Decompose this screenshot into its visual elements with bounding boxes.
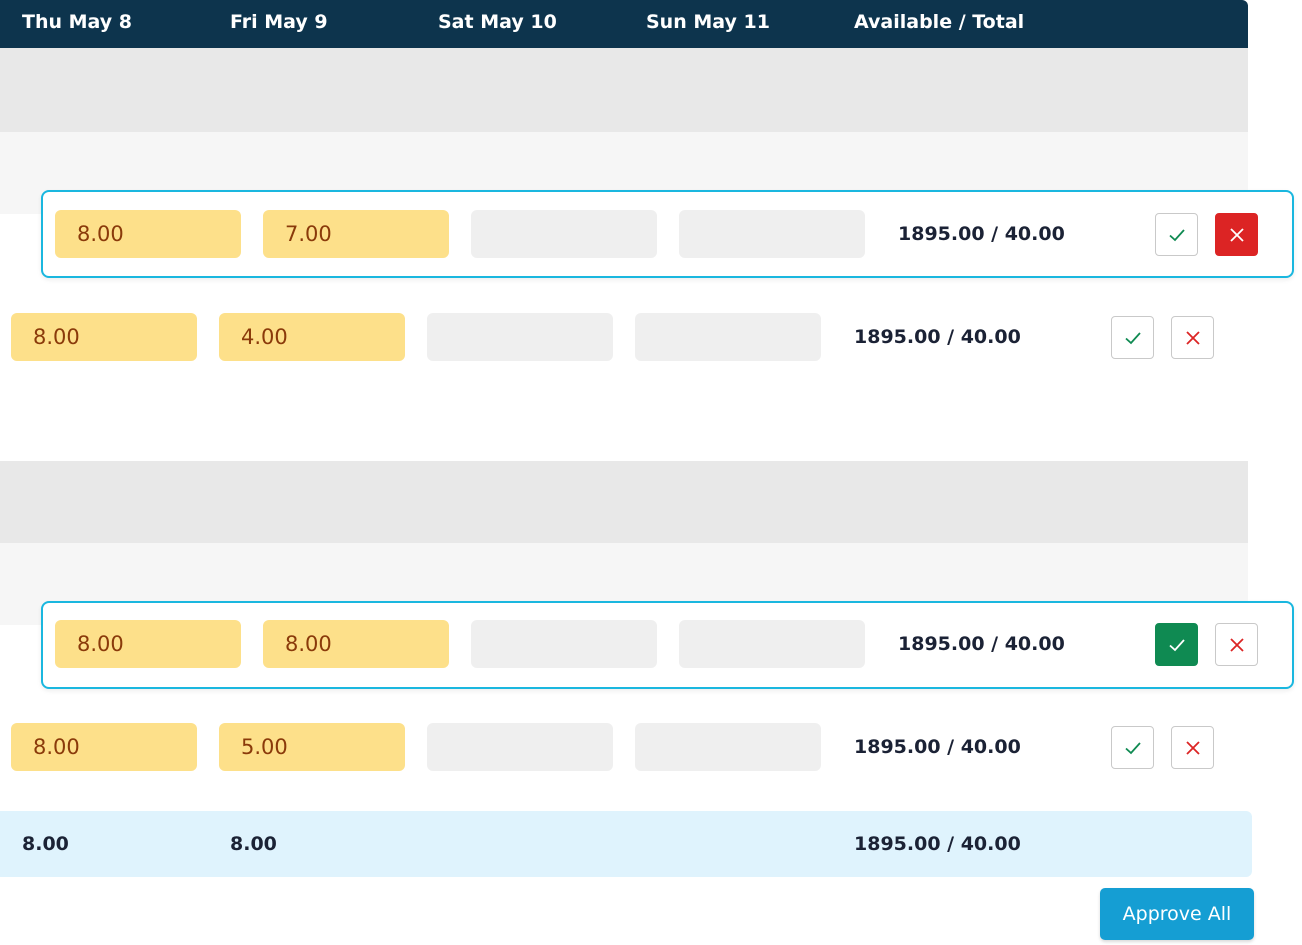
- column-header-available: Available / Total: [854, 11, 1025, 33]
- reject-button[interactable]: [1171, 726, 1214, 769]
- close-icon: [1185, 740, 1200, 755]
- check-icon: [1168, 228, 1185, 241]
- check-icon: [1168, 638, 1185, 651]
- hours-cell-fri[interactable]: 8.00: [263, 620, 449, 668]
- available-total: 1895.00 / 40.00: [854, 736, 1021, 758]
- column-header-sun: Sun May 11: [646, 11, 770, 33]
- hours-cell-sat[interactable]: [427, 313, 613, 361]
- approve-button[interactable]: [1155, 213, 1198, 256]
- hours-cell-sun[interactable]: [679, 620, 865, 668]
- hours-cell-thu[interactable]: 8.00: [11, 313, 197, 361]
- table-row[interactable]: 8.00 8.00 1895.00 / 40.00: [41, 601, 1294, 689]
- hours-cell-sat[interactable]: [471, 210, 657, 258]
- total-fri: 8.00: [230, 833, 277, 855]
- table-header: Thu May 8 Fri May 9 Sat May 10 Sun May 1…: [0, 0, 1248, 48]
- approve-all-button[interactable]: Approve All: [1100, 888, 1254, 940]
- hours-cell-sat[interactable]: [471, 620, 657, 668]
- total-available: 1895.00 / 40.00: [854, 833, 1021, 855]
- hours-cell-sat[interactable]: [427, 723, 613, 771]
- table-row[interactable]: 8.00 5.00 1895.00 / 40.00: [0, 704, 1248, 792]
- hours-cell-fri[interactable]: 4.00: [219, 313, 405, 361]
- hours-cell-thu[interactable]: 8.00: [11, 723, 197, 771]
- approve-button[interactable]: [1111, 726, 1154, 769]
- total-thu: 8.00: [22, 833, 69, 855]
- available-total: 1895.00 / 40.00: [898, 633, 1065, 655]
- reject-button[interactable]: [1171, 316, 1214, 359]
- totals-row: 8.00 8.00 1895.00 / 40.00: [0, 811, 1252, 877]
- column-header-sat: Sat May 10: [438, 11, 557, 33]
- table-row[interactable]: 8.00 7.00 1895.00 / 40.00: [41, 190, 1294, 278]
- approve-button[interactable]: [1155, 623, 1198, 666]
- reject-button[interactable]: [1215, 213, 1258, 256]
- table-row[interactable]: 8.00 4.00 1895.00 / 40.00: [0, 294, 1248, 382]
- hours-cell-fri[interactable]: 5.00: [219, 723, 405, 771]
- available-total: 1895.00 / 40.00: [898, 223, 1065, 245]
- hours-cell-fri[interactable]: 7.00: [263, 210, 449, 258]
- hours-cell-sun[interactable]: [679, 210, 865, 258]
- hours-cell-thu[interactable]: 8.00: [55, 210, 241, 258]
- column-header-thu: Thu May 8: [22, 11, 132, 33]
- close-icon: [1229, 227, 1244, 242]
- check-icon: [1124, 331, 1141, 344]
- group-band: [0, 461, 1248, 543]
- column-header-fri: Fri May 9: [230, 11, 328, 33]
- available-total: 1895.00 / 40.00: [854, 326, 1021, 348]
- reject-button[interactable]: [1215, 623, 1258, 666]
- approve-button[interactable]: [1111, 316, 1154, 359]
- close-icon: [1229, 637, 1244, 652]
- group-band: [0, 48, 1248, 132]
- check-icon: [1124, 741, 1141, 754]
- close-icon: [1185, 330, 1200, 345]
- hours-cell-thu[interactable]: 8.00: [55, 620, 241, 668]
- hours-cell-sun[interactable]: [635, 723, 821, 771]
- hours-cell-sun[interactable]: [635, 313, 821, 361]
